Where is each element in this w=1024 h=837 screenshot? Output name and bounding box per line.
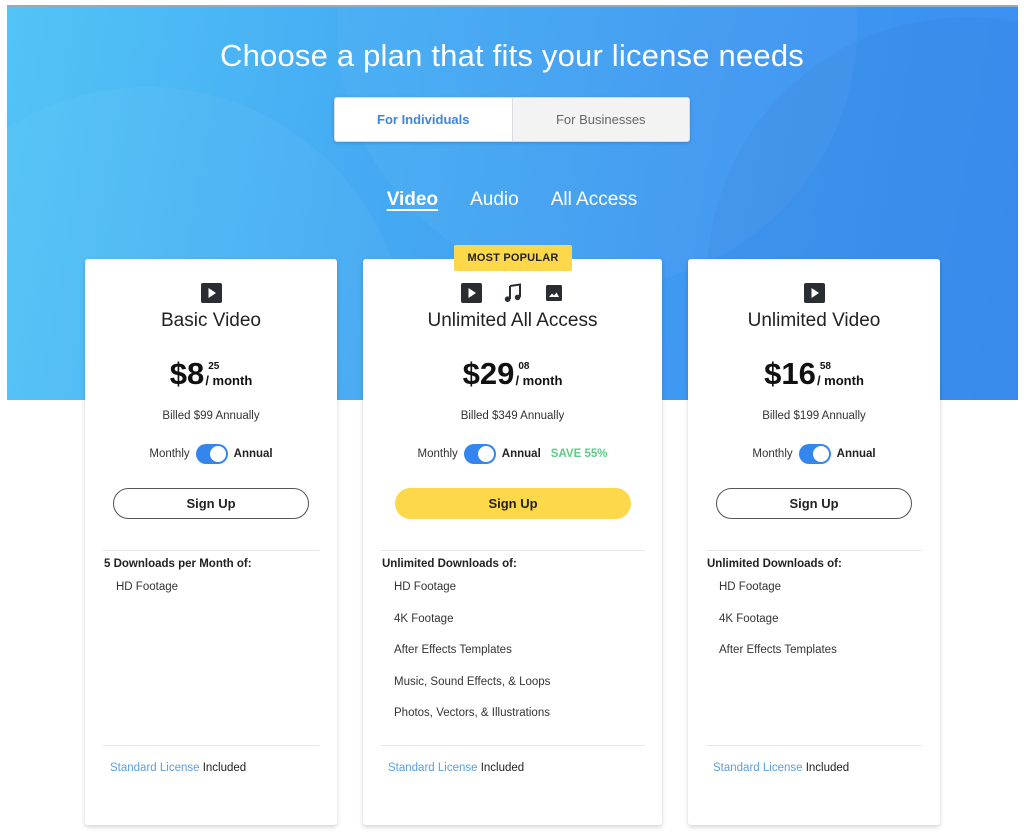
license-note: Standard License Included: [110, 762, 246, 774]
features-list: HD Footage 4K Footage After Effects Temp…: [394, 581, 550, 739]
plan-card-basic-video: Basic Video $8 25 / month Billed $99 Ann…: [85, 259, 337, 825]
features-heading: 5 Downloads per Month of:: [104, 558, 252, 570]
plan-icons: [688, 283, 940, 303]
license-suffix: Included: [805, 762, 850, 774]
monthly-label: Monthly: [417, 448, 458, 460]
billing-toggle-switch[interactable]: [798, 444, 831, 464]
toggle-knob: [477, 446, 494, 462]
divider: [381, 745, 645, 746]
price-cents: 25: [208, 361, 220, 372]
plan-name: Unlimited All Access: [427, 310, 598, 331]
billing-toggle-switch[interactable]: [195, 444, 228, 464]
plan-icons: [363, 283, 662, 303]
sign-up-button[interactable]: Sign Up: [113, 488, 309, 519]
for-individuals-button[interactable]: For Individuals: [334, 97, 513, 142]
features-heading: Unlimited Downloads of:: [382, 558, 517, 570]
features-heading: Unlimited Downloads of:: [707, 558, 842, 570]
save-percentage-label: SAVE 55%: [550, 448, 608, 460]
billed-text: Billed $199 Annually: [762, 410, 866, 422]
plan-name: Basic Video: [161, 310, 261, 331]
billed-text: Billed $349 Annually: [460, 410, 565, 422]
license-note: Standard License Included: [713, 762, 849, 774]
divider: [103, 550, 319, 551]
toggle-knob: [209, 446, 226, 462]
sign-up-button[interactable]: Sign Up: [716, 488, 912, 519]
page-title: Choose a plan that fits your license nee…: [220, 38, 804, 73]
feature-item: Music, Sound Effects, & Loops: [394, 675, 551, 688]
monthly-label: Monthly: [752, 448, 793, 460]
divider: [103, 745, 319, 746]
license-suffix: Included: [480, 762, 525, 774]
divider: [381, 550, 645, 551]
most-popular-badge: MOST POPULAR: [454, 245, 572, 271]
feature-item: Photos, Vectors, & Illustrations: [394, 707, 550, 719]
license-note: Standard License Included: [388, 762, 524, 774]
image-icon: [543, 283, 564, 303]
price-dollars: $8: [169, 356, 205, 391]
music-note-icon: [502, 283, 523, 303]
billing-toggle-row: Monthly Annual: [85, 444, 337, 464]
price-dollars: $29: [462, 356, 515, 391]
price-dollars: $16: [764, 356, 816, 391]
annual-label: Annual: [836, 448, 876, 460]
tab-video[interactable]: Video: [387, 189, 438, 211]
plan-icons: [85, 283, 337, 303]
tab-audio[interactable]: Audio: [470, 189, 519, 211]
toggle-knob: [812, 446, 829, 462]
for-businesses-button[interactable]: For Businesses: [512, 97, 690, 142]
feature-item: HD Footage: [116, 581, 179, 593]
feature-item: After Effects Templates: [394, 644, 512, 656]
standard-license-link[interactable]: Standard License: [388, 762, 478, 774]
feature-item: After Effects Templates: [719, 644, 837, 656]
billing-toggle-row: Monthly Annual SAVE 55%: [363, 444, 662, 464]
plan-price: $8 25 / month: [85, 356, 337, 392]
play-video-icon: [461, 283, 482, 303]
feature-item: 4K Footage: [394, 612, 454, 625]
price-period: / month: [205, 373, 253, 388]
standard-license-link[interactable]: Standard License: [110, 762, 200, 774]
feature-item: HD Footage: [719, 581, 782, 593]
billing-toggle-switch[interactable]: [463, 444, 496, 464]
monthly-label: Monthly: [149, 448, 190, 460]
billed-text: Billed $99 Annually: [162, 410, 260, 422]
play-video-icon: [200, 283, 222, 303]
features-list: HD Footage 4K Footage After Effects Temp…: [719, 581, 837, 676]
plan-name: Unlimited Video: [747, 310, 881, 331]
play-video-icon: [803, 283, 825, 303]
feature-item: 4K Footage: [719, 612, 779, 625]
annual-label: Annual: [501, 448, 541, 460]
plan-price: $16 58 / month: [688, 356, 940, 392]
billing-toggle-row: Monthly Annual: [688, 444, 940, 464]
price-period: / month: [515, 373, 563, 388]
price-period: / month: [816, 373, 864, 388]
plan-card-unlimited-video: Unlimited Video $16 58 / month Billed $1…: [688, 259, 940, 825]
tab-all-access[interactable]: All Access: [551, 189, 638, 211]
feature-item: HD Footage: [394, 581, 457, 593]
standard-license-link[interactable]: Standard License: [713, 762, 803, 774]
category-tabs: Video Audio All Access: [0, 189, 1024, 211]
license-suffix: Included: [202, 762, 247, 774]
divider: [706, 745, 922, 746]
plan-card-unlimited-all-access: MOST POPULAR Unlimited All Access $29 08…: [363, 245, 662, 825]
sign-up-button[interactable]: Sign Up: [395, 488, 631, 519]
plan-price: $29 08 / month: [363, 356, 662, 392]
audience-toggle: For Individuals For Businesses: [334, 97, 690, 142]
annual-label: Annual: [233, 448, 273, 460]
divider: [706, 550, 922, 551]
features-list: HD Footage: [116, 581, 178, 613]
price-cents: 58: [819, 361, 831, 372]
price-cents: 08: [518, 361, 530, 372]
